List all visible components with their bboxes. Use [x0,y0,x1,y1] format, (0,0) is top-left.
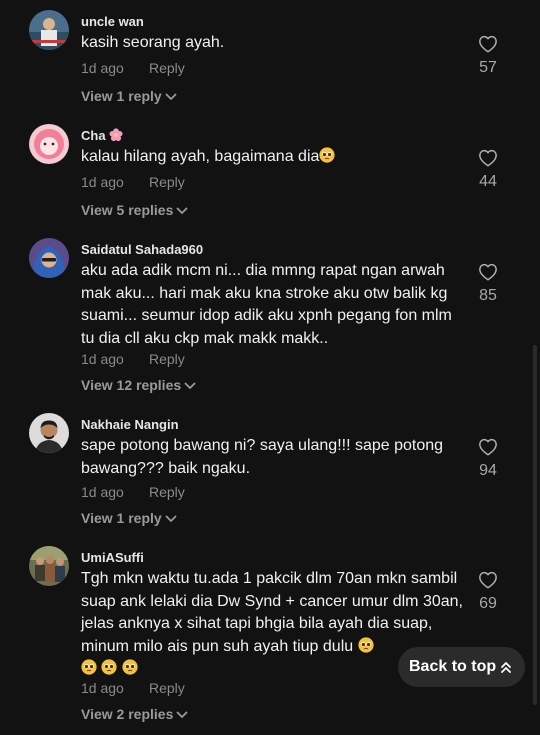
view-replies-button[interactable]: View 1 reply [81,510,177,526]
comment-timestamp: 1d ago [81,680,124,696]
avatar[interactable] [29,124,69,164]
like-button[interactable] [475,571,501,589]
comment-timestamp: 1d ago [81,484,124,500]
like-count: 44 [479,173,497,190]
comment-username[interactable]: UmiASuffi [81,550,144,565]
heart-outline-icon [479,571,497,589]
heart-outline-icon [479,263,497,281]
chevron-down-icon [165,515,177,523]
back-to-top-button[interactable]: Back to top [398,647,525,687]
chevron-down-icon [165,93,177,101]
comment-username[interactable]: uncle wan [81,14,144,29]
heart-outline-icon [479,438,497,456]
like-button[interactable] [475,438,501,456]
view-replies-label: View 1 reply [81,510,162,526]
reply-button[interactable]: Reply [149,351,185,367]
view-replies-label: View 12 replies [81,377,182,393]
comment-meta: 1d ago Reply [81,484,185,500]
comment-username[interactable]: Nakhaie Nangin [81,417,179,432]
view-replies-button[interactable]: View 2 replies [81,706,188,722]
username-label: Cha [81,128,106,143]
pleading-face-emoji [101,659,118,675]
comment-timestamp: 1d ago [81,174,124,190]
double-chevron-up-icon [501,662,511,673]
view-replies-label: View 1 reply [81,88,162,104]
view-replies-label: View 5 replies [81,202,174,218]
comment-meta: 1d ago Reply [81,174,185,190]
comment-timestamp: 1d ago [81,60,124,76]
like-count: 85 [479,287,497,304]
scrollbar[interactable] [533,345,537,705]
avatar[interactable] [29,546,69,586]
reply-button[interactable]: Reply [149,60,185,76]
comment-text: aku ada adik mcm ni... dia mmng rapat ng… [81,262,452,347]
comment-text-body: Tgh mkn waktu tu.ada 1 pakcik dlm 70an m… [81,570,463,655]
view-replies-button[interactable]: View 5 replies [81,202,188,218]
chevron-down-icon [176,711,188,719]
comments-panel: uncle wan kasih seorang ayah. 1d ago Rep… [0,0,540,735]
heart-outline-icon [479,149,497,167]
comment-text: kalau hilang ayah, bagaimana dia [81,146,466,169]
pleading-face-emoji [122,659,138,675]
avatar[interactable] [29,238,69,278]
chevron-down-icon [176,207,188,215]
view-replies-button[interactable]: View 12 replies [81,377,196,393]
reply-button[interactable]: Reply [149,174,185,190]
chevron-down-icon [184,382,196,390]
avatar[interactable] [29,10,69,50]
view-replies-button[interactable]: View 1 reply [81,88,177,104]
like-count: 69 [479,595,497,612]
comment-text: kasih seorang ayah. [81,34,225,51]
reply-button[interactable]: Reply [149,484,185,500]
back-to-top-label: Back to top [409,658,497,675]
like-button[interactable] [475,263,501,281]
reply-button[interactable]: Reply [149,680,185,696]
view-replies-label: View 2 replies [81,706,174,722]
comment-meta: 1d ago Reply [81,351,185,367]
avatar[interactable] [29,413,69,453]
comment-meta: 1d ago Reply [81,60,185,76]
pleading-face-emoji [81,659,97,675]
cherry-blossom-emoji [109,128,123,142]
like-button[interactable] [475,35,501,53]
comment-username[interactable]: Saidatul Sahada960 [81,242,203,257]
comment-username[interactable]: Cha [81,128,123,143]
comment-timestamp: 1d ago [81,351,124,367]
heart-outline-icon [479,35,497,53]
pleading-face-emoji [358,636,374,653]
comment-text-body: kalau hilang ayah, bagaimana dia [81,148,320,165]
comment-text: sape potong bawang ni? saya ulang!!! sap… [81,437,444,477]
pleading-face-emoji [319,147,336,163]
like-count: 57 [479,59,497,76]
like-button[interactable] [475,149,501,167]
comment-meta: 1d ago Reply [81,680,185,696]
like-count: 94 [479,462,497,479]
